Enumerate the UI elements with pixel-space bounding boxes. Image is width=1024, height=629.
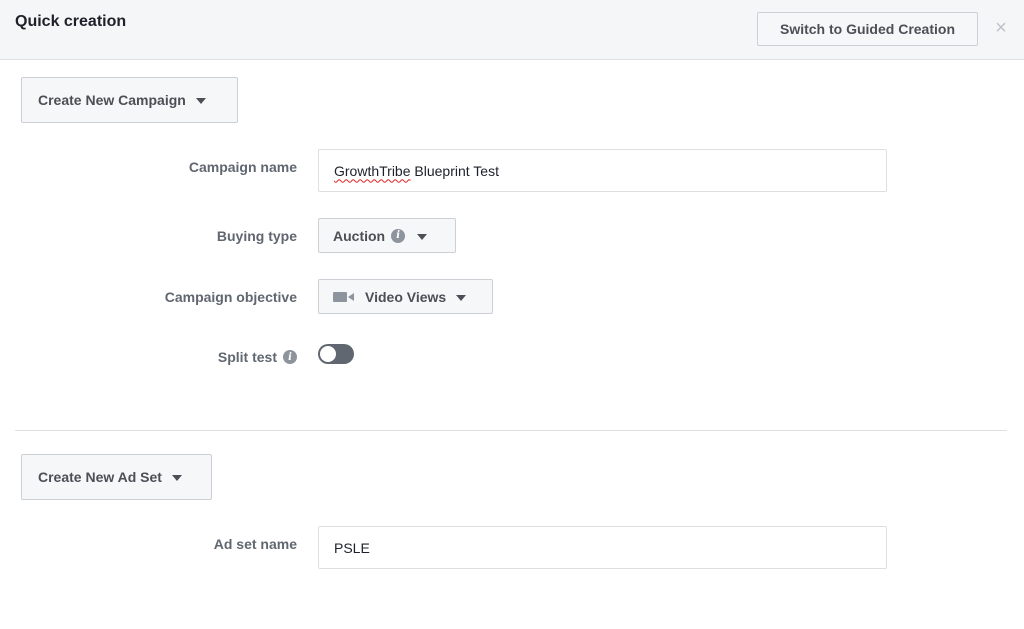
toggle-knob [320, 346, 336, 362]
chevron-down-icon [456, 294, 467, 301]
create-new-campaign-dropdown[interactable]: Create New Campaign [21, 77, 238, 123]
buying-type-value: Auction [333, 227, 386, 244]
switch-to-guided-creation-button[interactable]: Switch to Guided Creation [757, 12, 978, 46]
ad-set-name-label: Ad set name [213, 536, 297, 552]
chevron-down-icon [171, 475, 182, 481]
campaign-name-label: Campaign name [188, 159, 297, 175]
dialog-header: Quick creation Switch to Guided Creation… [0, 0, 1024, 60]
split-test-label: Split test [217, 349, 277, 365]
buying-type-dropdown[interactable]: Auction i [318, 218, 456, 253]
section-divider [15, 430, 1007, 431]
chevron-down-icon [195, 98, 206, 104]
split-test-label-row: Split test i [0, 346, 297, 368]
create-new-ad-set-dropdown[interactable]: Create New Ad Set [21, 454, 212, 500]
create-new-ad-set-label: Create New Ad Set [38, 469, 162, 485]
ad-set-name-input[interactable]: PSLE [318, 526, 887, 569]
dialog-title: Quick creation [15, 13, 127, 30]
ad-set-name-value: PSLE [334, 539, 370, 556]
video-camera-icon [333, 291, 355, 303]
info-icon[interactable]: i [283, 350, 297, 364]
campaign-name-value-rest: Blueprint Test [410, 162, 499, 179]
campaign-name-value-misspelled: GrowthTribe [334, 162, 411, 179]
campaign-objective-dropdown[interactable]: Video Views [318, 279, 493, 314]
campaign-objective-label: Campaign objective [164, 289, 297, 305]
split-test-toggle[interactable] [318, 344, 354, 364]
close-icon[interactable]: × [993, 17, 1009, 39]
info-icon[interactable]: i [391, 228, 406, 243]
buying-type-label: Buying type [216, 228, 297, 244]
create-new-campaign-label: Create New Campaign [38, 92, 186, 108]
campaign-name-input[interactable]: GrowthTribe Blueprint Test [318, 149, 887, 192]
campaign-objective-value: Video Views [365, 288, 447, 305]
chevron-down-icon [417, 233, 428, 240]
